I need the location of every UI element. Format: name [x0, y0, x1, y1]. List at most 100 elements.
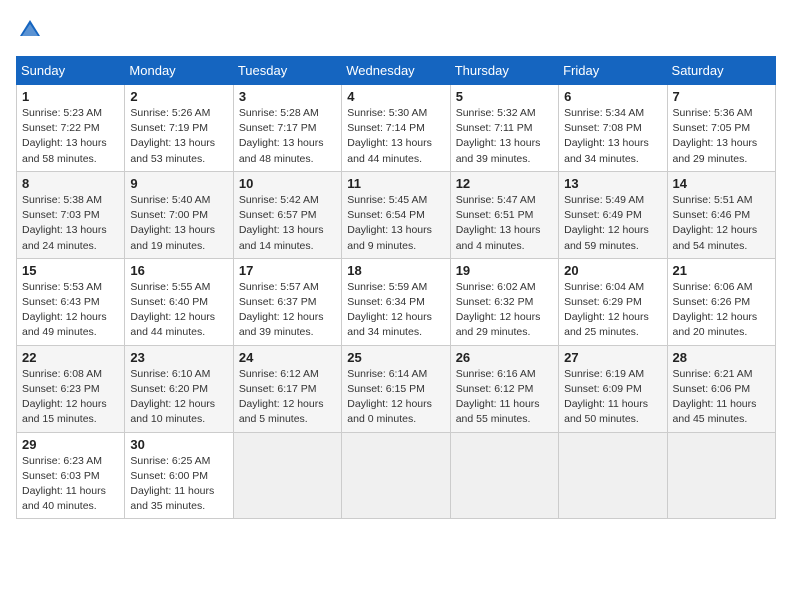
- calendar-day-cell: [559, 432, 667, 519]
- day-number: 22: [22, 350, 119, 365]
- day-number: 17: [239, 263, 336, 278]
- calendar-day-cell: 4 Sunrise: 5:30 AM Sunset: 7:14 PM Dayli…: [342, 85, 450, 172]
- day-number: 6: [564, 89, 661, 104]
- calendar-day-cell: [450, 432, 558, 519]
- day-info: Sunrise: 5:23 AM Sunset: 7:22 PM Dayligh…: [22, 106, 119, 167]
- calendar-day-cell: 26 Sunrise: 6:16 AM Sunset: 6:12 PM Dayl…: [450, 345, 558, 432]
- day-info: Sunrise: 5:55 AM Sunset: 6:40 PM Dayligh…: [130, 280, 227, 341]
- logo-icon: [16, 16, 44, 44]
- calendar-day-cell: 14 Sunrise: 5:51 AM Sunset: 6:46 PM Dayl…: [667, 171, 775, 258]
- day-info: Sunrise: 5:51 AM Sunset: 6:46 PM Dayligh…: [673, 193, 770, 254]
- calendar-day-cell: 28 Sunrise: 6:21 AM Sunset: 6:06 PM Dayl…: [667, 345, 775, 432]
- day-number: 5: [456, 89, 553, 104]
- calendar-day-cell: 27 Sunrise: 6:19 AM Sunset: 6:09 PM Dayl…: [559, 345, 667, 432]
- day-number: 2: [130, 89, 227, 104]
- calendar-week-row: 15 Sunrise: 5:53 AM Sunset: 6:43 PM Dayl…: [17, 258, 776, 345]
- day-number: 27: [564, 350, 661, 365]
- day-number: 19: [456, 263, 553, 278]
- calendar-day-cell: 29 Sunrise: 6:23 AM Sunset: 6:03 PM Dayl…: [17, 432, 125, 519]
- day-info: Sunrise: 6:04 AM Sunset: 6:29 PM Dayligh…: [564, 280, 661, 341]
- day-number: 28: [673, 350, 770, 365]
- day-info: Sunrise: 5:38 AM Sunset: 7:03 PM Dayligh…: [22, 193, 119, 254]
- page-header: [16, 16, 776, 44]
- calendar-day-cell: 15 Sunrise: 5:53 AM Sunset: 6:43 PM Dayl…: [17, 258, 125, 345]
- weekday-header: Wednesday: [342, 57, 450, 85]
- weekday-header: Friday: [559, 57, 667, 85]
- day-info: Sunrise: 5:45 AM Sunset: 6:54 PM Dayligh…: [347, 193, 444, 254]
- day-info: Sunrise: 6:19 AM Sunset: 6:09 PM Dayligh…: [564, 367, 661, 428]
- day-info: Sunrise: 6:21 AM Sunset: 6:06 PM Dayligh…: [673, 367, 770, 428]
- day-number: 29: [22, 437, 119, 452]
- weekday-header-row: SundayMondayTuesdayWednesdayThursdayFrid…: [17, 57, 776, 85]
- calendar-day-cell: 2 Sunrise: 5:26 AM Sunset: 7:19 PM Dayli…: [125, 85, 233, 172]
- calendar-day-cell: 25 Sunrise: 6:14 AM Sunset: 6:15 PM Dayl…: [342, 345, 450, 432]
- day-number: 7: [673, 89, 770, 104]
- calendar-day-cell: 18 Sunrise: 5:59 AM Sunset: 6:34 PM Dayl…: [342, 258, 450, 345]
- calendar-day-cell: 24 Sunrise: 6:12 AM Sunset: 6:17 PM Dayl…: [233, 345, 341, 432]
- calendar-day-cell: [667, 432, 775, 519]
- day-number: 24: [239, 350, 336, 365]
- calendar-week-row: 1 Sunrise: 5:23 AM Sunset: 7:22 PM Dayli…: [17, 85, 776, 172]
- day-info: Sunrise: 6:25 AM Sunset: 6:00 PM Dayligh…: [130, 454, 227, 515]
- calendar-day-cell: 23 Sunrise: 6:10 AM Sunset: 6:20 PM Dayl…: [125, 345, 233, 432]
- day-info: Sunrise: 5:34 AM Sunset: 7:08 PM Dayligh…: [564, 106, 661, 167]
- day-info: Sunrise: 6:08 AM Sunset: 6:23 PM Dayligh…: [22, 367, 119, 428]
- calendar-table: SundayMondayTuesdayWednesdayThursdayFrid…: [16, 56, 776, 519]
- weekday-header: Tuesday: [233, 57, 341, 85]
- day-number: 21: [673, 263, 770, 278]
- day-number: 25: [347, 350, 444, 365]
- day-number: 23: [130, 350, 227, 365]
- calendar-day-cell: 13 Sunrise: 5:49 AM Sunset: 6:49 PM Dayl…: [559, 171, 667, 258]
- day-info: Sunrise: 5:36 AM Sunset: 7:05 PM Dayligh…: [673, 106, 770, 167]
- day-info: Sunrise: 6:06 AM Sunset: 6:26 PM Dayligh…: [673, 280, 770, 341]
- day-info: Sunrise: 5:53 AM Sunset: 6:43 PM Dayligh…: [22, 280, 119, 341]
- day-number: 1: [22, 89, 119, 104]
- calendar-day-cell: 11 Sunrise: 5:45 AM Sunset: 6:54 PM Dayl…: [342, 171, 450, 258]
- day-number: 20: [564, 263, 661, 278]
- day-number: 18: [347, 263, 444, 278]
- day-info: Sunrise: 5:26 AM Sunset: 7:19 PM Dayligh…: [130, 106, 227, 167]
- calendar-day-cell: 22 Sunrise: 6:08 AM Sunset: 6:23 PM Dayl…: [17, 345, 125, 432]
- calendar-day-cell: 21 Sunrise: 6:06 AM Sunset: 6:26 PM Dayl…: [667, 258, 775, 345]
- day-number: 9: [130, 176, 227, 191]
- day-info: Sunrise: 5:59 AM Sunset: 6:34 PM Dayligh…: [347, 280, 444, 341]
- day-number: 11: [347, 176, 444, 191]
- calendar-day-cell: 16 Sunrise: 5:55 AM Sunset: 6:40 PM Dayl…: [125, 258, 233, 345]
- day-number: 10: [239, 176, 336, 191]
- calendar-day-cell: [233, 432, 341, 519]
- calendar-day-cell: 10 Sunrise: 5:42 AM Sunset: 6:57 PM Dayl…: [233, 171, 341, 258]
- day-number: 16: [130, 263, 227, 278]
- day-number: 8: [22, 176, 119, 191]
- calendar-day-cell: 5 Sunrise: 5:32 AM Sunset: 7:11 PM Dayli…: [450, 85, 558, 172]
- weekday-header: Saturday: [667, 57, 775, 85]
- calendar-week-row: 22 Sunrise: 6:08 AM Sunset: 6:23 PM Dayl…: [17, 345, 776, 432]
- day-info: Sunrise: 5:32 AM Sunset: 7:11 PM Dayligh…: [456, 106, 553, 167]
- day-info: Sunrise: 5:42 AM Sunset: 6:57 PM Dayligh…: [239, 193, 336, 254]
- calendar-day-cell: 12 Sunrise: 5:47 AM Sunset: 6:51 PM Dayl…: [450, 171, 558, 258]
- weekday-header: Thursday: [450, 57, 558, 85]
- day-number: 30: [130, 437, 227, 452]
- day-info: Sunrise: 5:47 AM Sunset: 6:51 PM Dayligh…: [456, 193, 553, 254]
- calendar-day-cell: 17 Sunrise: 5:57 AM Sunset: 6:37 PM Dayl…: [233, 258, 341, 345]
- calendar-week-row: 8 Sunrise: 5:38 AM Sunset: 7:03 PM Dayli…: [17, 171, 776, 258]
- day-info: Sunrise: 6:14 AM Sunset: 6:15 PM Dayligh…: [347, 367, 444, 428]
- day-info: Sunrise: 5:57 AM Sunset: 6:37 PM Dayligh…: [239, 280, 336, 341]
- day-info: Sunrise: 5:30 AM Sunset: 7:14 PM Dayligh…: [347, 106, 444, 167]
- day-number: 4: [347, 89, 444, 104]
- day-info: Sunrise: 6:12 AM Sunset: 6:17 PM Dayligh…: [239, 367, 336, 428]
- calendar-week-row: 29 Sunrise: 6:23 AM Sunset: 6:03 PM Dayl…: [17, 432, 776, 519]
- day-number: 15: [22, 263, 119, 278]
- day-info: Sunrise: 6:16 AM Sunset: 6:12 PM Dayligh…: [456, 367, 553, 428]
- weekday-header: Monday: [125, 57, 233, 85]
- day-info: Sunrise: 6:10 AM Sunset: 6:20 PM Dayligh…: [130, 367, 227, 428]
- day-info: Sunrise: 5:49 AM Sunset: 6:49 PM Dayligh…: [564, 193, 661, 254]
- weekday-header: Sunday: [17, 57, 125, 85]
- calendar-day-cell: 8 Sunrise: 5:38 AM Sunset: 7:03 PM Dayli…: [17, 171, 125, 258]
- day-number: 14: [673, 176, 770, 191]
- calendar-day-cell: [342, 432, 450, 519]
- calendar-day-cell: 6 Sunrise: 5:34 AM Sunset: 7:08 PM Dayli…: [559, 85, 667, 172]
- day-number: 12: [456, 176, 553, 191]
- logo: [16, 16, 48, 44]
- calendar-day-cell: 19 Sunrise: 6:02 AM Sunset: 6:32 PM Dayl…: [450, 258, 558, 345]
- calendar-day-cell: 30 Sunrise: 6:25 AM Sunset: 6:00 PM Dayl…: [125, 432, 233, 519]
